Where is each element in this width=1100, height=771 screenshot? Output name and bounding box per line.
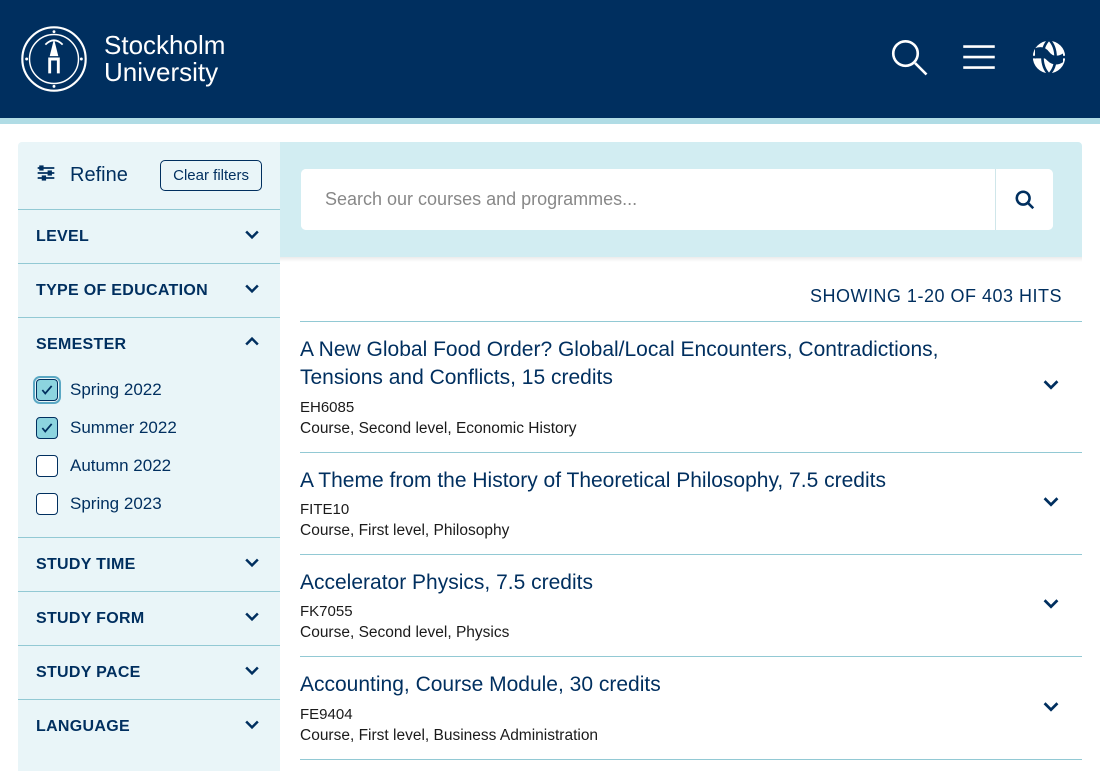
chevron-down-icon — [242, 278, 262, 303]
filter-title: SEMESTER — [36, 336, 126, 354]
main-content: SHOWING 1-20 OF 403 HITS A New Global Fo… — [280, 142, 1082, 771]
refine-header: Refine Clear filters — [18, 160, 280, 209]
results-count: SHOWING 1-20 OF 403 HITS — [280, 262, 1082, 321]
filter-header[interactable]: STUDY FORM — [18, 592, 280, 645]
menu-icon[interactable] — [958, 36, 1000, 83]
result-content: A Theme from the History of Theoretical … — [300, 467, 1020, 540]
result-item[interactable]: Accelerator Physics, 7.5 credits FK7055 … — [300, 554, 1082, 656]
header-actions — [888, 36, 1070, 83]
filter-group: STUDY TIME — [18, 537, 280, 591]
filter-title: LANGUAGE — [36, 718, 130, 736]
filter-header[interactable]: STUDY TIME — [18, 538, 280, 591]
filter-header[interactable]: SEMESTER — [18, 318, 280, 371]
filter-group: LANGUAGE — [18, 699, 280, 753]
filter-option[interactable]: Spring 2023 — [36, 485, 262, 523]
result-title: Accounting, Course Module, 30 credits — [300, 671, 1020, 699]
filter-group: LEVEL — [18, 209, 280, 263]
filter-group: STUDY PACE — [18, 645, 280, 699]
filter-title: STUDY PACE — [36, 664, 141, 682]
result-code: FE9404 — [300, 706, 1020, 723]
filter-group: SEMESTER Spring 2022 Summer 2022 Autumn … — [18, 317, 280, 537]
result-code: FK7055 — [300, 603, 1020, 620]
logo[interactable]: Stockholm University — [18, 23, 225, 95]
brand-line2: University — [104, 59, 225, 86]
filter-group: STUDY FORM — [18, 591, 280, 645]
filter-header[interactable]: LEVEL — [18, 210, 280, 263]
checkbox[interactable] — [36, 417, 58, 439]
checkbox[interactable] — [36, 379, 58, 401]
site-header: Stockholm University — [0, 0, 1100, 118]
search-input[interactable] — [301, 169, 995, 230]
search-icon[interactable] — [888, 36, 930, 83]
page-content: Refine Clear filters LEVEL TYPE OF EDUCA… — [0, 124, 1100, 771]
sliders-icon — [36, 163, 56, 188]
filter-option[interactable]: Summer 2022 — [36, 409, 262, 447]
filter-header[interactable]: STUDY PACE — [18, 646, 280, 699]
university-seal-icon — [18, 23, 90, 95]
chevron-down-icon — [1040, 695, 1062, 722]
option-label: Autumn 2022 — [70, 456, 171, 476]
filter-header[interactable]: TYPE OF EDUCATION — [18, 264, 280, 317]
chevron-down-icon — [242, 714, 262, 739]
result-content: A New Global Food Order? Global/Local En… — [300, 336, 1020, 438]
filter-sidebar: Refine Clear filters LEVEL TYPE OF EDUCA… — [18, 142, 280, 771]
filter-option[interactable]: Autumn 2022 — [36, 447, 262, 485]
checkbox[interactable] — [36, 493, 58, 515]
filter-title: STUDY FORM — [36, 610, 144, 628]
brand-line1: Stockholm — [104, 32, 225, 59]
results-list: A New Global Food Order? Global/Local En… — [280, 321, 1082, 760]
filter-title: TYPE OF EDUCATION — [36, 282, 208, 300]
chevron-down-icon — [1040, 490, 1062, 517]
clear-filters-button[interactable]: Clear filters — [160, 160, 262, 191]
filter-title: STUDY TIME — [36, 556, 136, 574]
result-content: Accounting, Course Module, 30 credits FE… — [300, 671, 1020, 744]
option-label: Spring 2022 — [70, 380, 162, 400]
filter-group: TYPE OF EDUCATION — [18, 263, 280, 317]
option-label: Summer 2022 — [70, 418, 177, 438]
checkbox[interactable] — [36, 455, 58, 477]
chevron-down-icon — [242, 660, 262, 685]
chevron-down-icon — [1040, 373, 1062, 400]
filter-options: Spring 2022 Summer 2022 Autumn 2022 Spri… — [18, 371, 280, 537]
result-title: A New Global Food Order? Global/Local En… — [300, 336, 1020, 393]
filter-option[interactable]: Spring 2022 — [36, 371, 262, 409]
result-title: A Theme from the History of Theoretical … — [300, 467, 1020, 495]
result-code: FITE10 — [300, 501, 1020, 518]
result-item[interactable]: Accounting, Course Module, 30 credits FE… — [300, 656, 1082, 758]
search-panel — [280, 142, 1082, 257]
result-item[interactable]: A New Global Food Order? Global/Local En… — [300, 321, 1082, 452]
result-content: Accelerator Physics, 7.5 credits FK7055 … — [300, 569, 1020, 642]
result-meta: Course, First level, Business Administra… — [300, 727, 1020, 745]
result-meta: Course, First level, Philosophy — [300, 522, 1020, 540]
chevron-up-icon — [242, 332, 262, 357]
search-button[interactable] — [995, 169, 1053, 230]
filter-header[interactable]: LANGUAGE — [18, 700, 280, 753]
result-item[interactable]: A Theme from the History of Theoretical … — [300, 452, 1082, 554]
result-meta: Course, Second level, Economic History — [300, 420, 1020, 438]
chevron-down-icon — [242, 606, 262, 631]
search-box — [300, 168, 1054, 231]
chevron-down-icon — [1040, 592, 1062, 619]
globe-icon[interactable] — [1028, 36, 1070, 83]
result-meta: Course, Second level, Physics — [300, 624, 1020, 642]
option-label: Spring 2023 — [70, 494, 162, 514]
chevron-down-icon — [242, 552, 262, 577]
refine-label: Refine — [70, 164, 128, 187]
filter-title: LEVEL — [36, 228, 89, 246]
chevron-down-icon — [242, 224, 262, 249]
result-code: EH6085 — [300, 399, 1020, 416]
result-title: Accelerator Physics, 7.5 credits — [300, 569, 1020, 597]
brand-text: Stockholm University — [104, 32, 225, 87]
